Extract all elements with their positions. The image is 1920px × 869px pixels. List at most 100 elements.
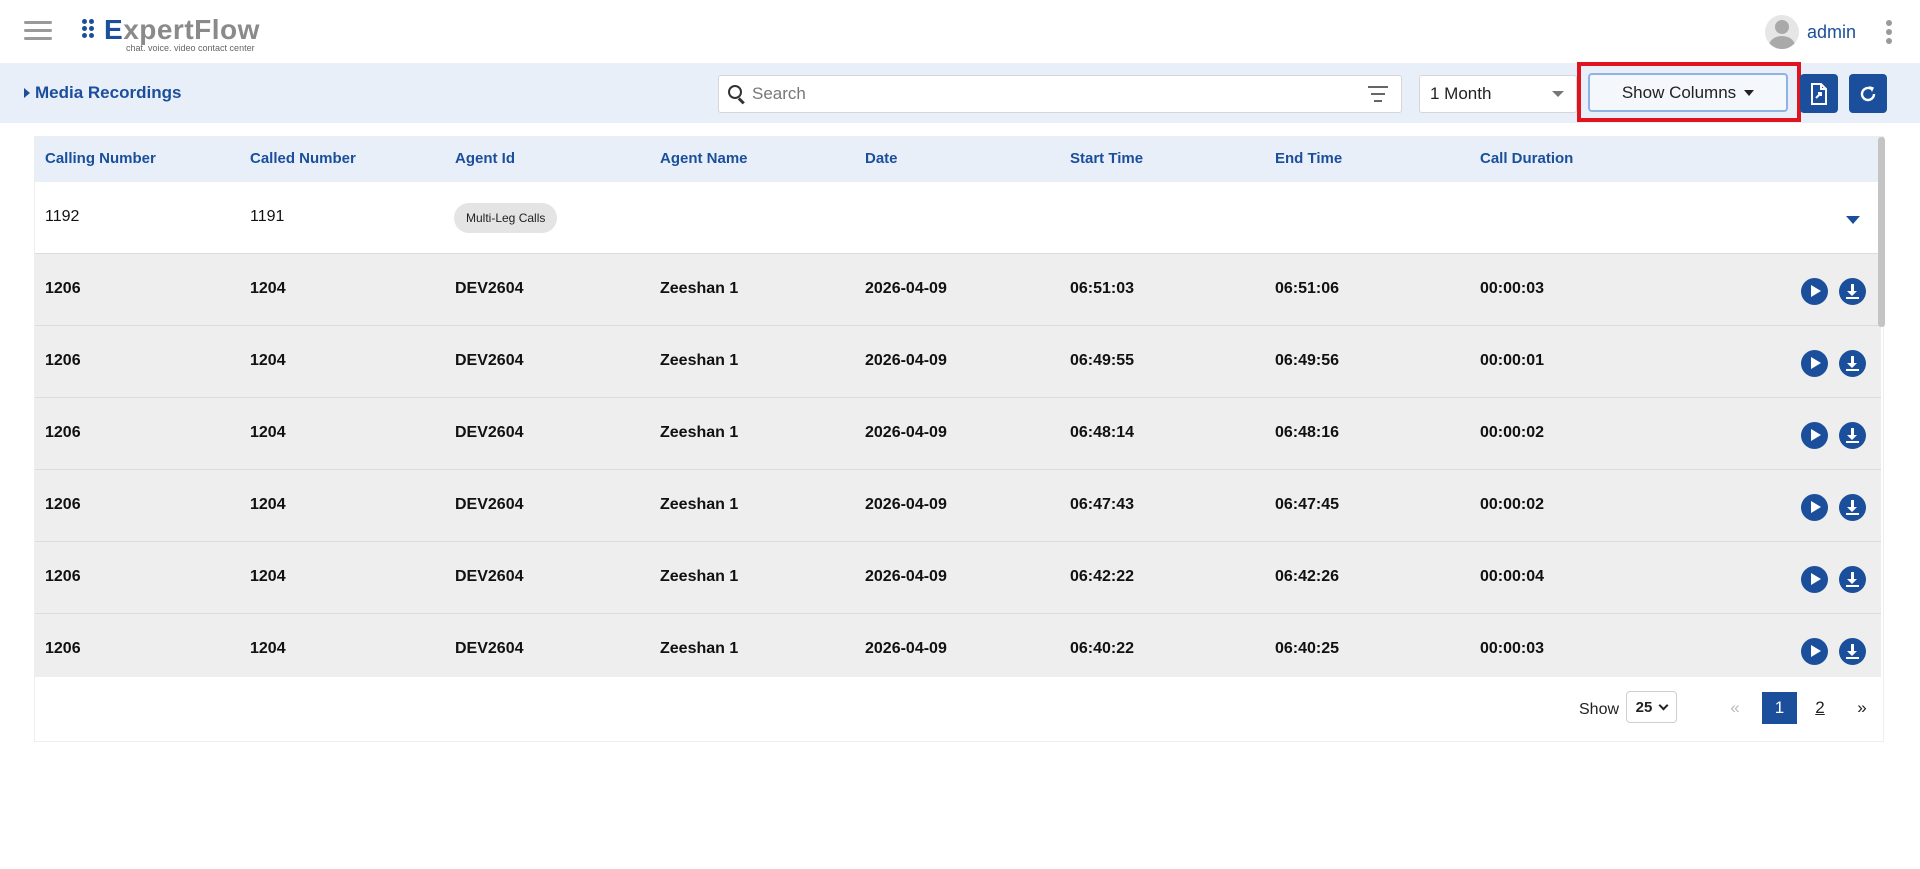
cell-called: 1204 [250,280,286,297]
cell-calling: 1206 [45,280,81,297]
table-row[interactable]: 1206 1204 DEV2604 Zeeshan 1 2026-04-09 0… [35,254,1881,326]
cell-called: 1204 [250,352,286,369]
app-header: ExpertFlow chat. voice. video contact ce… [0,0,1920,63]
col-date[interactable]: Date [865,150,898,167]
cell-date: 2026-04-09 [865,352,947,369]
period-select-value: 1 Month [1430,84,1492,103]
cell-start: 06:47:43 [1070,496,1135,513]
download-icon[interactable] [1839,422,1866,449]
download-icon[interactable] [1839,638,1866,665]
avatar-icon[interactable] [1764,15,1799,49]
cell-calling: 1192 [45,208,80,225]
logo-mark-icon [82,19,102,39]
cell-agent-id: DEV2604 [455,568,524,585]
cell-agent-name: Zeeshan 1 [660,424,739,441]
page-1-button[interactable]: 1 [1762,692,1797,724]
caret-right-icon [24,88,30,98]
cell-start: 06:49:55 [1070,352,1135,369]
cell-duration: 00:00:03 [1480,280,1545,297]
breadcrumb[interactable]: Media Recordings [24,83,181,103]
cell-calling: 1206 [45,568,81,585]
col-agent-name[interactable]: Agent Name [660,150,748,167]
cell-agent-name: Zeeshan 1 [660,496,739,513]
cell-agent-id: DEV2604 [455,424,524,441]
chevron-down-icon [1658,700,1669,710]
cell-called: 1191 [250,208,285,225]
play-icon[interactable] [1801,638,1828,665]
col-call-duration[interactable]: Call Duration [1480,150,1573,167]
cell-end: 06:49:56 [1275,352,1340,369]
logo-tagline: chat. voice. video contact center [126,43,255,53]
cell-start: 06:51:03 [1070,280,1135,297]
col-calling-number[interactable]: Calling Number [45,150,156,167]
expand-chevron-icon[interactable] [1846,216,1860,224]
prev-page-button[interactable]: « [1725,692,1745,724]
logo-letter-e: E [104,14,124,45]
play-icon[interactable] [1801,350,1828,377]
cell-end: 06:47:45 [1275,496,1340,513]
table-scrollbar[interactable] [1878,137,1885,327]
cell-agent-id: DEV2604 [455,640,524,657]
username[interactable]: admin [1807,22,1856,43]
cell-agent-name: Zeeshan 1 [660,640,739,657]
cell-date: 2026-04-09 [865,280,947,297]
play-icon[interactable] [1801,278,1828,305]
show-label: Show [1579,701,1620,718]
user-area: admin [1764,14,1892,50]
caret-down-icon [1744,89,1755,96]
download-icon[interactable] [1839,350,1866,377]
show-columns-button[interactable]: Show Columns [1588,73,1788,112]
refresh-button[interactable] [1849,74,1887,113]
hamburger-icon[interactable] [24,21,52,41]
multi-leg-badge[interactable]: Multi-Leg Calls [454,203,558,233]
cell-called: 1204 [250,424,286,441]
download-icon[interactable] [1839,494,1866,521]
cell-calling: 1206 [45,424,81,441]
col-end-time[interactable]: End Time [1275,150,1342,167]
export-button[interactable] [1800,74,1838,113]
filter-icon[interactable] [1367,86,1389,102]
recordings-table: Calling Number Called Number Agent Id Ag… [34,136,1885,742]
play-icon[interactable] [1801,494,1828,521]
table-row[interactable]: 1206 1204 DEV2604 Zeeshan 1 2026-04-09 0… [35,398,1881,470]
cell-date: 2026-04-09 [865,640,947,657]
period-select[interactable]: 1 Month [1419,75,1577,113]
col-agent-id[interactable]: Agent Id [455,150,515,167]
next-page-button[interactable]: » [1852,692,1872,724]
cell-date: 2026-04-09 [865,568,947,585]
cell-agent-name: Zeeshan 1 [660,352,739,369]
play-icon[interactable] [1801,422,1828,449]
cell-agent-name: Zeeshan 1 [660,280,739,297]
pagination-bar: Show 25 « 1 2 » [35,677,1881,741]
table-header: Calling Number Called Number Agent Id Ag… [35,137,1881,182]
search-input[interactable] [752,84,1367,104]
search-box [718,75,1402,113]
cell-duration: 00:00:04 [1480,568,1545,585]
cell-calling: 1206 [45,640,81,657]
table-row[interactable]: 1206 1204 DEV2604 Zeeshan 1 2026-04-09 0… [35,326,1881,398]
export-file-icon [1811,82,1827,105]
col-start-time[interactable]: Start Time [1070,150,1143,167]
page-size-select[interactable]: 25 [1626,691,1677,723]
table-row[interactable]: 1206 1204 DEV2604 Zeeshan 1 2026-04-09 0… [35,542,1881,614]
download-icon[interactable] [1839,566,1866,593]
table-row[interactable]: 1206 1204 DEV2604 Zeeshan 1 2026-04-09 0… [35,470,1881,542]
cell-end: 06:40:25 [1275,640,1340,657]
play-icon[interactable] [1801,566,1828,593]
cell-agent-name: Zeeshan 1 [660,568,739,585]
refresh-icon [1860,85,1876,101]
col-called-number[interactable]: Called Number [250,150,356,167]
cell-end: 06:51:06 [1275,280,1340,297]
cell-date: 2026-04-09 [865,424,947,441]
download-icon[interactable] [1839,278,1866,305]
cell-duration: 00:00:02 [1480,496,1545,513]
kebab-icon[interactable] [1886,20,1892,44]
table-row-group[interactable]: 1192 1191 Multi-Leg Calls [35,182,1881,254]
page-2-button[interactable]: 2 [1808,692,1832,724]
cell-calling: 1206 [45,496,81,513]
cell-called: 1204 [250,496,286,513]
cell-agent-id: DEV2604 [455,280,524,297]
table-row[interactable]: 1206 1204 DEV2604 Zeeshan 1 2026-04-09 0… [35,614,1881,677]
logo-text: ExpertFlow [104,14,260,46]
logo-letters: xpertFlow [123,14,260,45]
